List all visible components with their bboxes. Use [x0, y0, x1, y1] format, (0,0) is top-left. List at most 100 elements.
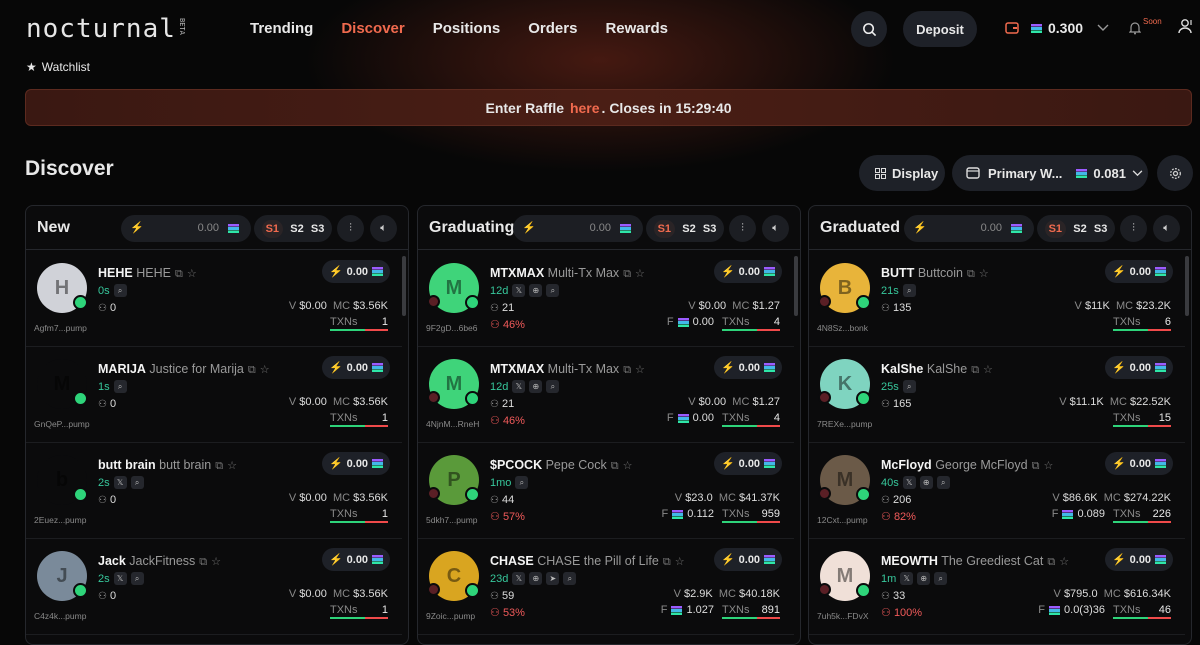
- buy-button[interactable]: ⚡ 0.00: [714, 356, 782, 379]
- star-icon[interactable]: ☆: [623, 460, 633, 472]
- x-link-icon[interactable]: 𝕏: [512, 284, 526, 297]
- scrollbar[interactable]: [1185, 256, 1189, 316]
- token-card[interactable]: M 12Cxt...pump McFloyd George McFloyd ⧉ ☆ …: [809, 443, 1185, 539]
- token-address[interactable]: 9Zoic...pump: [426, 611, 475, 621]
- x-link-icon[interactable]: 𝕏: [512, 572, 526, 585]
- deposit-button[interactable]: Deposit: [903, 11, 977, 47]
- copy-icon[interactable]: ⧉: [215, 460, 223, 472]
- profile-button[interactable]: [1178, 18, 1193, 39]
- preset-s1[interactable]: S1: [261, 219, 284, 238]
- quick-buy-input[interactable]: ⚡ 0.00: [904, 215, 1034, 242]
- buy-button[interactable]: ⚡ 0.00: [1105, 356, 1173, 379]
- copy-icon[interactable]: ⧉: [1032, 460, 1040, 472]
- star-icon[interactable]: ☆: [1059, 556, 1069, 568]
- nav-rewards[interactable]: Rewards: [605, 20, 668, 37]
- copy-icon[interactable]: ⧉: [623, 268, 631, 280]
- search-link-icon[interactable]: ⌕: [934, 572, 948, 585]
- search-link-icon[interactable]: ⌕: [936, 476, 950, 489]
- copy-icon[interactable]: ⧉: [248, 364, 256, 376]
- token-address[interactable]: C4z4k...pump: [34, 611, 86, 621]
- buy-button[interactable]: ⚡ 0.00: [714, 548, 782, 571]
- token-address[interactable]: 4N8Sz...bonk: [817, 323, 868, 333]
- buy-button[interactable]: ⚡ 0.00: [1105, 452, 1173, 475]
- search-link-icon[interactable]: ⌕: [563, 572, 577, 585]
- star-icon[interactable]: ☆: [675, 556, 685, 568]
- token-card[interactable]: P 5dkh7...pump $PCOCK Pepe Cock ⧉ ☆ 1mo ⌕ ⚇…: [418, 443, 794, 539]
- sound-button[interactable]: 🔈︎: [1153, 215, 1180, 242]
- preset-s3[interactable]: S3: [703, 223, 716, 235]
- star-icon[interactable]: ☆: [187, 268, 197, 280]
- web-link-icon[interactable]: ⊕: [919, 476, 933, 489]
- sound-button[interactable]: 🔈︎: [762, 215, 789, 242]
- copy-icon[interactable]: ⧉: [967, 268, 975, 280]
- web-link-icon[interactable]: ⊕: [917, 572, 931, 585]
- nav-orders[interactable]: Orders: [528, 20, 577, 37]
- display-button[interactable]: Display: [859, 155, 945, 191]
- star-icon[interactable]: ☆: [983, 364, 993, 376]
- star-icon[interactable]: ☆: [1043, 460, 1053, 472]
- token-card[interactable]: J C4z4k...pump Jack JackFitness ⧉ ☆ 2s 𝕏 ⌕ ⚇…: [26, 539, 402, 635]
- buy-button[interactable]: ⚡ 0.00: [322, 548, 390, 571]
- buy-button[interactable]: ⚡ 0.00: [1105, 548, 1173, 571]
- filter-button[interactable]: ⫶: [729, 215, 756, 242]
- search-link-icon[interactable]: ⌕: [130, 572, 144, 585]
- nav-trending[interactable]: Trending: [250, 20, 313, 37]
- buy-button[interactable]: ⚡ 0.00: [714, 452, 782, 475]
- token-card[interactable]: M 9F2gD...6be6 MTXMAX Multi-Tx Max ⧉ ☆ 12d…: [418, 251, 794, 347]
- x-link-icon[interactable]: 𝕏: [902, 476, 916, 489]
- copy-icon[interactable]: ⧉: [971, 364, 979, 376]
- quick-buy-input[interactable]: ⚡ 0.00: [121, 215, 251, 242]
- token-address[interactable]: GnQeP...pump: [34, 419, 90, 429]
- search-link-icon[interactable]: ⌕: [902, 284, 916, 297]
- search-link-icon[interactable]: ⌕: [113, 284, 127, 297]
- copy-icon[interactable]: ⧉: [623, 364, 631, 376]
- token-address[interactable]: 7REXe...pump: [817, 419, 872, 429]
- copy-icon[interactable]: ⧉: [1047, 556, 1055, 568]
- preset-s2[interactable]: S2: [682, 223, 695, 235]
- search-link-icon[interactable]: ⌕: [546, 284, 560, 297]
- watchlist-link[interactable]: ★ Watchlist: [26, 60, 90, 74]
- token-card[interactable]: H Agfm7...pump HEHE HEHE ⧉ ☆ 0s ⌕ ⚇ 0 ⚡ 0.00…: [26, 251, 402, 347]
- x-link-icon[interactable]: 𝕏: [113, 572, 127, 585]
- settings-button[interactable]: [1157, 155, 1193, 191]
- scrollbar[interactable]: [402, 256, 406, 316]
- buy-button[interactable]: ⚡ 0.00: [322, 452, 390, 475]
- preset-s3[interactable]: S3: [311, 223, 324, 235]
- token-card[interactable]: B 4N8Sz...bonk BUTT Buttcoin ⧉ ☆ 21s ⌕ ⚇ 13…: [809, 251, 1185, 347]
- wallet-select[interactable]: Primary W... 0.081: [952, 155, 1148, 191]
- copy-icon[interactable]: ⧉: [663, 556, 671, 568]
- nav-discover[interactable]: Discover: [341, 20, 404, 37]
- token-card[interactable]: M GnQeP...pump MARIJA Justice for Marija…: [26, 347, 402, 443]
- preset-s2[interactable]: S2: [1073, 223, 1086, 235]
- tg-link-icon[interactable]: ➤: [546, 572, 560, 585]
- nav-positions[interactable]: Positions: [433, 20, 501, 37]
- search-button[interactable]: [851, 11, 887, 47]
- token-card[interactable]: M 7uh5k...FDvX MEOWTH The Greediest Cat ⧉…: [809, 539, 1185, 635]
- token-address[interactable]: 9F2gD...6be6: [426, 323, 478, 333]
- raffle-link[interactable]: here: [570, 100, 600, 116]
- x-link-icon[interactable]: 𝕏: [900, 572, 914, 585]
- star-icon[interactable]: ☆: [979, 268, 989, 280]
- x-link-icon[interactable]: 𝕏: [113, 476, 127, 489]
- token-address[interactable]: 12Cxt...pump: [817, 515, 868, 525]
- wallet-balance[interactable]: 0.300: [1005, 20, 1109, 36]
- copy-icon[interactable]: ⧉: [199, 556, 207, 568]
- filter-button[interactable]: ⫶: [1120, 215, 1147, 242]
- preset-s1[interactable]: S1: [1044, 219, 1067, 238]
- token-address[interactable]: 4NjnM...RneH: [426, 419, 479, 429]
- token-card[interactable]: b 2Euez...pump butt brain butt brain ⧉ ☆ 2…: [26, 443, 402, 539]
- scrollbar[interactable]: [794, 256, 798, 316]
- star-icon[interactable]: ☆: [635, 268, 645, 280]
- star-icon[interactable]: ☆: [211, 556, 221, 568]
- notifications[interactable]: Soon: [1128, 17, 1162, 40]
- buy-button[interactable]: ⚡ 0.00: [322, 260, 390, 283]
- copy-icon[interactable]: ⧉: [611, 460, 619, 472]
- x-link-icon[interactable]: 𝕏: [512, 380, 526, 393]
- buy-button[interactable]: ⚡ 0.00: [322, 356, 390, 379]
- web-link-icon[interactable]: ⊕: [529, 284, 543, 297]
- copy-icon[interactable]: ⧉: [175, 268, 183, 280]
- preset-s3[interactable]: S3: [1094, 223, 1107, 235]
- preset-s1[interactable]: S1: [653, 219, 676, 238]
- search-link-icon[interactable]: ⌕: [902, 380, 916, 393]
- web-link-icon[interactable]: ⊕: [529, 380, 543, 393]
